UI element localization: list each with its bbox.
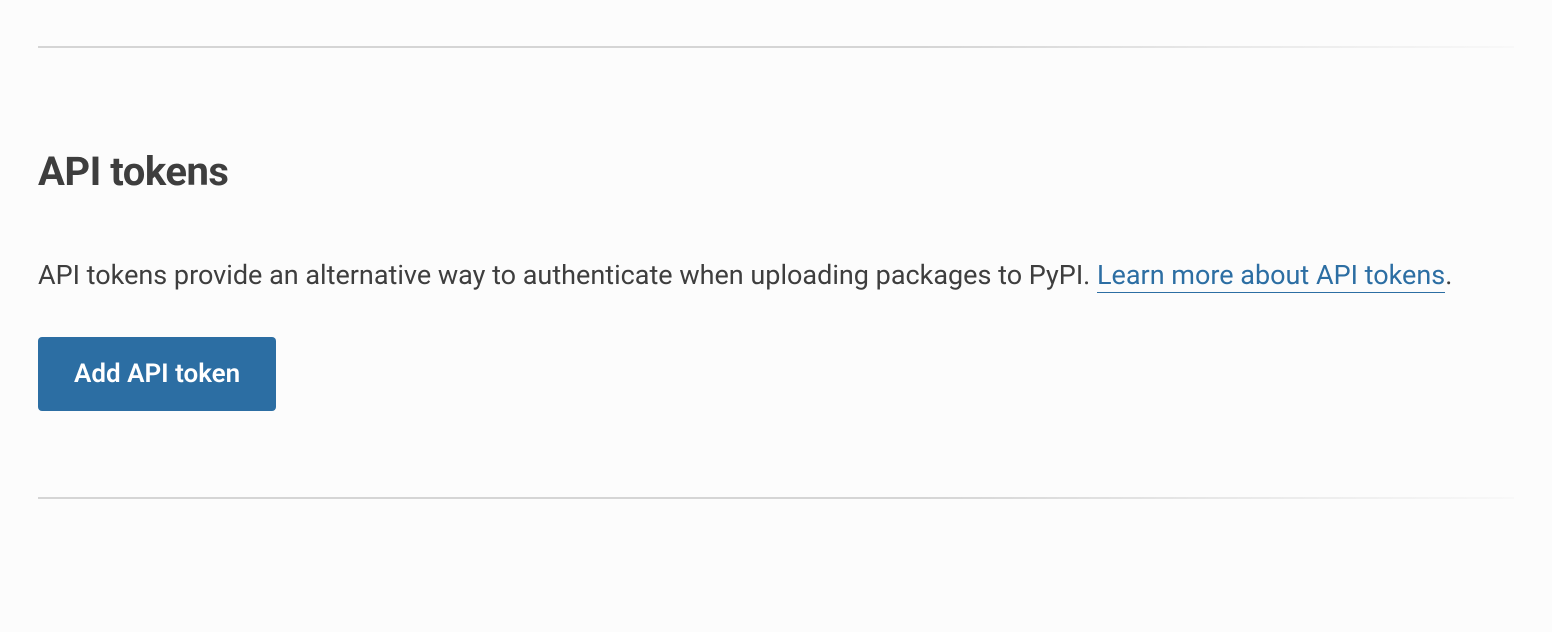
description-period: . (1445, 259, 1452, 291)
api-tokens-section: API tokens API tokens provide an alterna… (38, 48, 1514, 411)
section-title: API tokens (38, 148, 1514, 195)
section-divider-bottom (38, 497, 1514, 499)
section-description: API tokens provide an alternative way to… (38, 255, 1514, 297)
learn-more-link[interactable]: Learn more about API tokens (1097, 259, 1445, 293)
description-text: API tokens provide an alternative way to… (38, 259, 1097, 291)
add-api-token-button[interactable]: Add API token (38, 337, 276, 411)
